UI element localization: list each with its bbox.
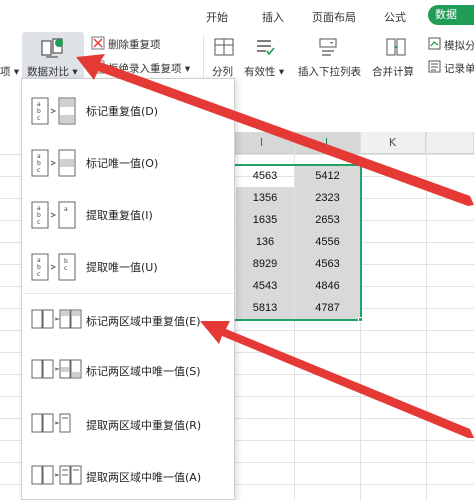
cell[interactable]: 136 [236,231,294,253]
tab-insert[interactable]: 插入 [262,9,284,25]
svg-text:a: a [37,205,41,212]
data-compare-button[interactable]: 数据对比 ▾ [22,32,84,82]
svg-text:c: c [64,265,67,272]
grid-line [426,132,427,500]
svg-text:c: c [37,271,40,278]
menu-item-label: 标记唯一值(O) [86,157,159,170]
cell[interactable]: 5412 [295,165,360,187]
cell[interactable]: 4846 [295,275,360,297]
svg-text:a: a [37,257,41,264]
menu-divider [23,293,234,294]
record-form-icon [428,60,441,73]
svg-text:b: b [64,258,68,265]
split-columns-icon [214,38,234,56]
menu-item-mark-two-range-duplicates[interactable]: 标记两区域中重复值(E) [23,301,234,341]
insert-dropdown-icon [319,38,337,56]
menu-item-mark-duplicates[interactable]: a b c 标记重复值(D) [23,91,234,131]
simulate-analysis-button[interactable]: 模拟分 [444,38,474,53]
extract-two-range-unique-icon [31,465,82,485]
remove-duplicates-icon [91,36,105,50]
tab-formula[interactable]: 公式 [384,9,406,25]
consolidate-button[interactable]: 合并计算 [372,64,414,79]
svg-text:c: c [37,167,40,174]
consolidate-icon [386,38,406,56]
reject-duplicates-button[interactable]: 拒绝录入重复项 [108,63,182,75]
menu-item-label: 标记两区域中唯一值(S) [86,365,201,378]
svg-text:b: b [37,212,41,219]
mark-duplicates-icon: a b c [31,97,76,125]
menu-item-extract-unique[interactable]: a b c b c 提取唯一值(U) [23,247,234,287]
mark-two-range-unique-icon [31,359,82,379]
svg-text:c: c [37,115,40,122]
mark-two-range-duplicates-icon [31,309,82,329]
ribbon-toolbar: 项 ▾ 数据对比 ▾ 删除重复项 拒绝录入重复项 ▾ 分列 有效性 ▾ 插入下拉… [0,30,474,84]
remove-duplicates-button[interactable]: 删除重复项 [108,37,161,52]
menu-item-mark-unique[interactable]: a b c 标记唯一值(O) [23,143,234,183]
tab-data[interactable]: 数据 [428,5,474,25]
menu-item-extract-duplicates[interactable]: a b c a 提取重复值(I) [23,195,234,235]
column-header-k[interactable]: K [360,132,426,154]
menu-item-label: 标记重复值(D) [86,105,159,118]
validity-icon [257,40,275,56]
tab-start[interactable]: 开始 [206,9,228,25]
svg-text:c: c [37,219,40,226]
cell[interactable]: 4563 [236,165,294,187]
data-compare-icon [41,38,63,58]
column-header-selected-1[interactable]: I [230,132,294,154]
cell[interactable]: 4543 [236,275,294,297]
menu-item-extract-two-range-duplicates[interactable]: 提取两区域中重复值(R) [23,405,234,445]
ribbon-separator [203,36,204,80]
cell[interactable]: 5813 [236,297,294,319]
svg-text:a: a [37,101,41,108]
ribbon-tab-bar: 开始 插入 页面布局 公式 数据 [0,0,474,30]
svg-text:a: a [64,206,68,213]
svg-text:b: b [37,264,41,271]
insert-dropdown-button[interactable]: 插入下拉列表 [298,64,361,79]
menu-item-mark-two-range-unique[interactable]: 标记两区域中唯一值(S) [23,351,234,391]
menu-item-extract-two-range-unique[interactable]: 提取两区域中唯一值(A) [23,457,234,497]
menu-item-label: 提取唯一值(U) [86,261,158,274]
data-compare-label: 数据对比 [27,66,69,78]
reject-duplicates-icon [91,60,105,74]
cell[interactable]: 1356 [236,187,294,209]
record-form-button[interactable]: 记录单 [444,61,474,76]
fill-handle[interactable] [358,317,363,322]
svg-text:a: a [37,153,41,160]
extract-two-range-duplicates-icon [31,413,71,433]
extract-unique-icon: a b c b c [31,253,76,281]
menu-item-label: 提取两区域中唯一值(A) [86,471,202,484]
cell[interactable]: 1635 [236,209,294,231]
data-compare-menu: a b c 标记重复值(D) a b c 标记唯一值(O) a b c a 提取… [21,78,235,500]
simulate-analysis-icon [428,37,441,50]
validity-button[interactable]: 有效性 [244,66,276,78]
svg-text:b: b [37,108,41,115]
column-header-l[interactable] [426,132,474,154]
cell[interactable]: 4787 [295,297,360,319]
column-header-selected-2[interactable]: I [294,132,360,154]
mark-unique-icon: a b c [31,149,76,177]
tab-page-layout[interactable]: 页面布局 [312,9,356,25]
menu-item-label: 提取重复值(I) [86,209,153,222]
cell[interactable]: 2323 [295,187,360,209]
cell[interactable]: 8929 [236,253,294,275]
cell[interactable]: 4556 [295,231,360,253]
ribbon-left-cut-label[interactable]: 项 ▾ [0,64,19,79]
cell[interactable]: 2653 [295,209,360,231]
menu-item-label: 提取两区域中重复值(R) [86,419,202,432]
split-columns-button[interactable]: 分列 [212,64,233,79]
grid-line [360,132,361,500]
svg-text:b: b [37,160,41,167]
menu-item-label: 标记两区域中重复值(E) [86,315,201,328]
extract-duplicates-icon: a b c a [31,201,76,229]
cell[interactable]: 4563 [295,253,360,275]
